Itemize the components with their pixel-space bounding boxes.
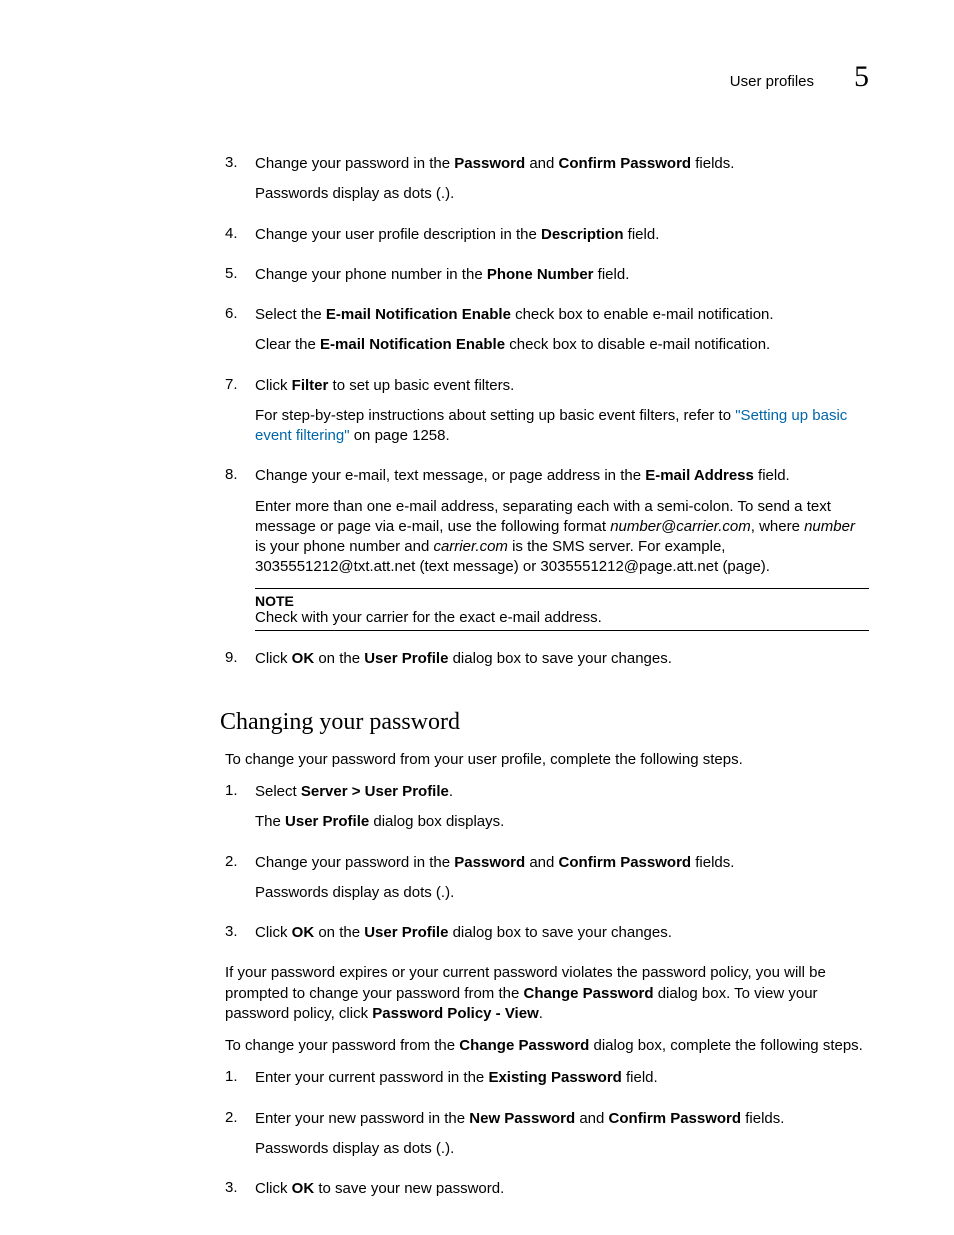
- step-number: 3.: [225, 154, 255, 215]
- step-number: 3.: [225, 1179, 255, 1209]
- step-body: Select the E-mail Notification Enable ch…: [255, 305, 869, 366]
- policy-paragraph: If your password expires or your current…: [225, 963, 869, 1024]
- step-number: 6.: [225, 305, 255, 366]
- step-subtext: Passwords display as dots (.).: [255, 883, 869, 903]
- list-item: 1. Select Server > User Profile. The Use…: [225, 782, 869, 843]
- note-label: NOTE: [255, 593, 869, 609]
- page-header: User profiles 5: [225, 60, 869, 94]
- change-intro-paragraph: To change your password from the Change …: [225, 1036, 869, 1056]
- step-text: Change your password in the Password and…: [255, 853, 869, 873]
- step-subtext: The User Profile dialog box displays.: [255, 812, 869, 832]
- header-section-title: User profiles: [730, 73, 814, 90]
- list-item: 6. Select the E-mail Notification Enable…: [225, 305, 869, 366]
- step-body: Change your user profile description in …: [255, 225, 869, 255]
- step-text: Change your password in the Password and…: [255, 154, 869, 174]
- step-body: Change your phone number in the Phone Nu…: [255, 265, 869, 295]
- step-subtext: Passwords display as dots (.).: [255, 184, 869, 204]
- note-box: NOTE Check with your carrier for the exa…: [255, 588, 869, 631]
- step-subtext: For step-by-step instructions about sett…: [255, 406, 869, 447]
- step-text: Change your phone number in the Phone Nu…: [255, 265, 869, 285]
- step-number: 9.: [225, 649, 255, 679]
- step-number: 4.: [225, 225, 255, 255]
- step-text: Change your user profile description in …: [255, 225, 869, 245]
- step-body: Click OK on the User Profile dialog box …: [255, 923, 869, 953]
- step-number: 1.: [225, 1068, 255, 1098]
- list-item: 3. Click OK to save your new password.: [225, 1179, 869, 1209]
- section-heading: Changing your password: [220, 709, 869, 736]
- step-number: 2.: [225, 853, 255, 914]
- list-item: 4. Change your user profile description …: [225, 225, 869, 255]
- list-item: 5. Change your phone number in the Phone…: [225, 265, 869, 295]
- step-text: Click OK on the User Profile dialog box …: [255, 649, 869, 669]
- step-body: Change your password in the Password and…: [255, 154, 869, 215]
- step-body: Click OK on the User Profile dialog box …: [255, 649, 869, 679]
- list-item: 2. Enter your new password in the New Pa…: [225, 1109, 869, 1170]
- step-body: Select Server > User Profile. The User P…: [255, 782, 869, 843]
- list-item: 7. Click Filter to set up basic event fi…: [225, 376, 869, 457]
- step-body: Change your password in the Password and…: [255, 853, 869, 914]
- step-text: Click OK to save your new password.: [255, 1179, 869, 1199]
- step-number: 2.: [225, 1109, 255, 1170]
- step-text: Click Filter to set up basic event filte…: [255, 376, 869, 396]
- step-number: 8.: [225, 466, 255, 638]
- step-body: Enter your new password in the New Passw…: [255, 1109, 869, 1170]
- step-body: Click Filter to set up basic event filte…: [255, 376, 869, 457]
- step-text: Select Server > User Profile.: [255, 782, 869, 802]
- step-text: Enter your current password in the Exist…: [255, 1068, 869, 1088]
- list-item: 1. Enter your current password in the Ex…: [225, 1068, 869, 1098]
- step-subtext: Passwords display as dots (.).: [255, 1139, 869, 1159]
- steps-list-c: 1. Enter your current password in the Ex…: [225, 1068, 869, 1209]
- step-body: Change your e-mail, text message, or pag…: [255, 466, 869, 638]
- step-text: Click OK on the User Profile dialog box …: [255, 923, 869, 943]
- step-text: Change your e-mail, text message, or pag…: [255, 466, 869, 486]
- intro-paragraph: To change your password from your user p…: [225, 750, 869, 770]
- step-number: 7.: [225, 376, 255, 457]
- document-page: User profiles 5 3. Change your password …: [0, 0, 954, 1235]
- step-number: 1.: [225, 782, 255, 843]
- list-item: 2. Change your password in the Password …: [225, 853, 869, 914]
- step-text: Enter your new password in the New Passw…: [255, 1109, 869, 1129]
- list-item: 9. Click OK on the User Profile dialog b…: [225, 649, 869, 679]
- step-number: 3.: [225, 923, 255, 953]
- steps-list-b: 1. Select Server > User Profile. The Use…: [225, 782, 869, 953]
- list-item: 3. Change your password in the Password …: [225, 154, 869, 215]
- step-subtext: Enter more than one e-mail address, sepa…: [255, 497, 869, 578]
- step-subtext: Clear the E-mail Notification Enable che…: [255, 335, 869, 355]
- steps-list-a: 3. Change your password in the Password …: [225, 154, 869, 679]
- list-item: 3. Click OK on the User Profile dialog b…: [225, 923, 869, 953]
- step-text: Select the E-mail Notification Enable ch…: [255, 305, 869, 325]
- note-text: Check with your carrier for the exact e-…: [255, 609, 869, 626]
- step-number: 5.: [225, 265, 255, 295]
- step-body: Enter your current password in the Exist…: [255, 1068, 869, 1098]
- chapter-number: 5: [854, 60, 869, 94]
- step-body: Click OK to save your new password.: [255, 1179, 869, 1209]
- list-item: 8. Change your e-mail, text message, or …: [225, 466, 869, 638]
